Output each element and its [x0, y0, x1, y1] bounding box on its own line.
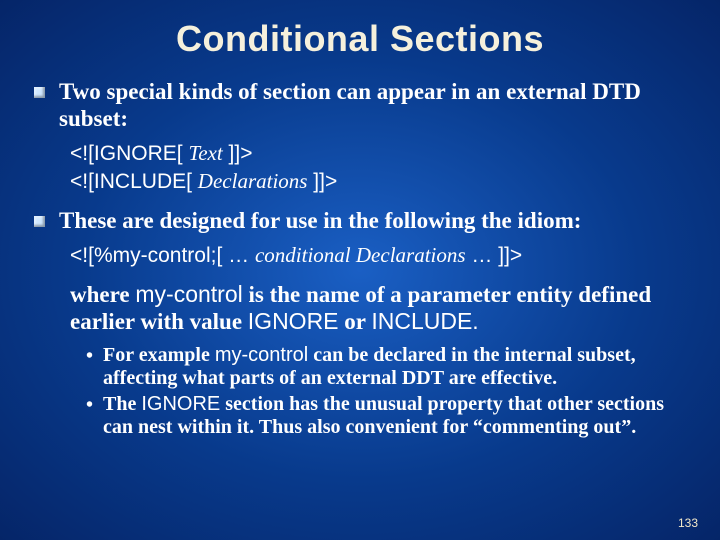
code-seg: ]]>: [223, 142, 253, 165]
para-code: INCLUDE.: [371, 308, 478, 334]
code-seg: <![: [70, 244, 94, 267]
sub-seg: The: [103, 393, 141, 415]
code-arg: conditional Declarations: [255, 243, 466, 267]
bullet-dot-icon: •: [86, 394, 93, 418]
bullet-1-text: Two special kinds of section can appear …: [59, 78, 686, 132]
slide-title: Conditional Sections: [34, 18, 686, 60]
page-number: 133: [678, 516, 698, 530]
sub-code: IGNORE: [141, 393, 220, 415]
code-seg: … ]]>: [466, 244, 523, 267]
sub-bullet-2: • The IGNORE section has the unusual pro…: [86, 393, 686, 440]
explanation-paragraph: where my-control is the name of a parame…: [70, 281, 686, 335]
sub-code: my-control: [215, 344, 308, 366]
code-line-include: <![INCLUDE[ Declarations ]]>: [70, 168, 686, 195]
code-line-ignore: <![IGNORE[ Text ]]>: [70, 140, 686, 167]
para-code: IGNORE: [248, 308, 339, 334]
code-arg: Text: [188, 141, 222, 165]
code-block-2: <![%my-control;[ … conditional Declarati…: [70, 242, 686, 269]
bullet-2-text: These are designed for use in the follow…: [59, 207, 581, 234]
sub-bullet-2-text: The IGNORE section has the unusual prope…: [103, 393, 686, 440]
bullet-dot-icon: •: [86, 345, 93, 369]
code-arg: Declarations: [198, 169, 308, 193]
sub-bullet-1-text: For example my-control can be declared i…: [103, 344, 686, 391]
code-seg: <![INCLUDE[: [70, 170, 198, 193]
square-bullet-icon: [34, 216, 45, 227]
para-code: my-control: [135, 281, 242, 307]
sub-bullet-list: • For example my-control can be declared…: [86, 344, 686, 440]
sub-bullet-1: • For example my-control can be declared…: [86, 344, 686, 391]
para-seg: where: [70, 282, 135, 307]
code-seg: ]]>: [307, 170, 337, 193]
bullet-item-1: Two special kinds of section can appear …: [34, 78, 686, 132]
code-seg: [ …: [216, 244, 255, 267]
code-line-idiom: <![%my-control;[ … conditional Declarati…: [70, 242, 686, 269]
bullet-item-2: These are designed for use in the follow…: [34, 207, 686, 234]
para-seg: or: [339, 309, 372, 334]
code-block-1: <![IGNORE[ Text ]]> <![INCLUDE[ Declarat…: [70, 140, 686, 195]
sub-seg: For example: [103, 344, 215, 366]
code-seg: <![IGNORE[: [70, 142, 188, 165]
square-bullet-icon: [34, 87, 45, 98]
code-entity: %my-control;: [94, 244, 217, 267]
